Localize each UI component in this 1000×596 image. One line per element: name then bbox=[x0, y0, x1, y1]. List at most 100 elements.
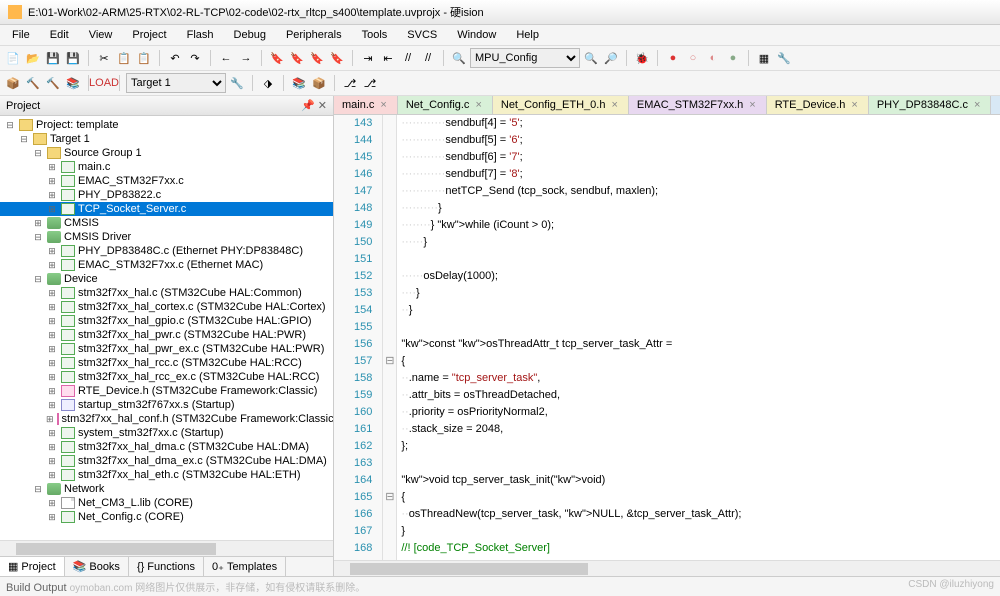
tree-item[interactable]: ⊞EMAC_STM32F7xx.c bbox=[0, 174, 333, 188]
svn-icon[interactable]: ⎇ bbox=[361, 74, 379, 92]
tree-item[interactable]: ⊞stm32f7xx_hal_rcc_ex.c (STM32Cube HAL:R… bbox=[0, 370, 333, 384]
breakpoint-enable-icon[interactable]: ● bbox=[724, 49, 742, 67]
expander-icon[interactable]: ⊞ bbox=[46, 512, 58, 523]
uncomment-icon[interactable]: // bbox=[419, 49, 437, 67]
expander-icon[interactable]: ⊞ bbox=[46, 190, 58, 201]
expander-icon[interactable]: ⊟ bbox=[4, 120, 16, 131]
expander-icon[interactable]: ⊞ bbox=[46, 414, 54, 425]
file-tab[interactable]: main.c× bbox=[334, 96, 398, 114]
menu-peripherals[interactable]: Peripherals bbox=[278, 27, 350, 43]
tree-item[interactable]: ⊞stm32f7xx_hal_pwr_ex.c (STM32Cube HAL:P… bbox=[0, 342, 333, 356]
tree-item[interactable]: ⊟Project: template bbox=[0, 118, 333, 132]
tree-item[interactable]: ⊞EMAC_STM32F7xx.c (Ethernet MAC) bbox=[0, 258, 333, 272]
tree-item[interactable]: ⊞stm32f7xx_hal_rcc.c (STM32Cube HAL:RCC) bbox=[0, 356, 333, 370]
rebuild-icon[interactable]: 🔨 bbox=[44, 74, 62, 92]
menu-debug[interactable]: Debug bbox=[226, 27, 274, 43]
expander-icon[interactable]: ⊞ bbox=[46, 260, 58, 271]
file-tab[interactable]: RTE_Device.h× bbox=[767, 96, 869, 114]
git-icon[interactable]: ⎇ bbox=[341, 74, 359, 92]
target-options-icon[interactable]: 🔧 bbox=[228, 74, 246, 92]
expander-icon[interactable]: ⊟ bbox=[32, 148, 44, 159]
expander-icon[interactable]: ⊟ bbox=[32, 274, 44, 285]
expander-icon[interactable]: ⊟ bbox=[32, 232, 44, 243]
expander-icon[interactable]: ⊞ bbox=[46, 246, 58, 257]
menu-project[interactable]: Project bbox=[124, 27, 174, 43]
expander-icon[interactable]: ⊞ bbox=[46, 176, 58, 187]
books-icon[interactable]: 📚 bbox=[290, 74, 308, 92]
find-icon[interactable]: 🔍 bbox=[450, 49, 468, 67]
copy-icon[interactable]: 📋 bbox=[115, 49, 133, 67]
batch-build-icon[interactable]: 📚 bbox=[64, 74, 82, 92]
expander-icon[interactable]: ⊞ bbox=[46, 470, 58, 481]
code-lines[interactable]: ············sendbuf[4] = '5';···········… bbox=[397, 115, 1000, 560]
pin-icon[interactable]: 📌 ✕ bbox=[301, 99, 327, 112]
bookmark-prev-icon[interactable]: 🔖 bbox=[288, 49, 306, 67]
breakpoint-icon[interactable]: ● bbox=[664, 49, 682, 67]
redo-icon[interactable]: ↷ bbox=[186, 49, 204, 67]
comment-icon[interactable]: // bbox=[399, 49, 417, 67]
close-icon[interactable]: × bbox=[851, 99, 857, 111]
tree-item[interactable]: ⊞TCP_Socket_Server.c bbox=[0, 202, 333, 216]
tree-item[interactable]: ⊞PHY_DP83848C.c (Ethernet PHY:DP83848C) bbox=[0, 244, 333, 258]
tree-item[interactable]: ⊞RTE_Device.h (STM32Cube Framework:Class… bbox=[0, 384, 333, 398]
menu-window[interactable]: Window bbox=[449, 27, 504, 43]
expander-icon[interactable]: ⊞ bbox=[46, 498, 58, 509]
tree-item[interactable]: ⊞stm32f7xx_hal_pwr.c (STM32Cube HAL:PWR) bbox=[0, 328, 333, 342]
tab-templates[interactable]: 0₊ Templates bbox=[204, 557, 286, 576]
expander-icon[interactable]: ⊟ bbox=[32, 484, 44, 495]
tree-item[interactable]: ⊞startup_stm32f767xx.s (Startup) bbox=[0, 398, 333, 412]
expander-icon[interactable]: ⊞ bbox=[46, 204, 58, 215]
expander-icon[interactable]: ⊞ bbox=[46, 372, 58, 383]
tree-item[interactable]: ⊟Target 1 bbox=[0, 132, 333, 146]
project-scroll-h[interactable] bbox=[0, 540, 333, 556]
expander-icon[interactable]: ⊞ bbox=[46, 400, 58, 411]
tree-item[interactable]: ⊞stm32f7xx_hal_conf.h (STM32Cube Framewo… bbox=[0, 412, 333, 426]
undo-icon[interactable]: ↶ bbox=[166, 49, 184, 67]
close-icon[interactable]: × bbox=[611, 99, 617, 111]
translate-icon[interactable]: 📦 bbox=[4, 74, 22, 92]
save-all-icon[interactable]: 💾 bbox=[64, 49, 82, 67]
download-icon[interactable]: LOAD bbox=[95, 74, 113, 92]
menu-help[interactable]: Help bbox=[508, 27, 547, 43]
tree-item[interactable]: ⊞stm32f7xx_hal_eth.c (STM32Cube HAL:ETH) bbox=[0, 468, 333, 482]
tab-books[interactable]: 📚 Books bbox=[65, 557, 129, 576]
tree-item[interactable]: ⊞stm32f7xx_hal_cortex.c (STM32Cube HAL:C… bbox=[0, 300, 333, 314]
bookmark-icon[interactable]: 🔖 bbox=[268, 49, 286, 67]
expander-icon[interactable]: ⊞ bbox=[46, 302, 58, 313]
outdent-icon[interactable]: ⇤ bbox=[379, 49, 397, 67]
save-icon[interactable]: 💾 bbox=[44, 49, 62, 67]
menu-flash[interactable]: Flash bbox=[179, 27, 222, 43]
incremental-find-icon[interactable]: 🔎 bbox=[602, 49, 620, 67]
menu-svcs[interactable]: SVCS bbox=[399, 27, 445, 43]
tree-item[interactable]: ⊞CMSIS bbox=[0, 216, 333, 230]
debug-icon[interactable]: 🐞 bbox=[633, 49, 651, 67]
expander-icon[interactable]: ⊞ bbox=[46, 344, 58, 355]
tree-item[interactable]: ⊟Device bbox=[0, 272, 333, 286]
tree-item[interactable]: ⊞Net_CM3_L.lib (CORE) bbox=[0, 496, 333, 510]
tree-item[interactable]: ⊞stm32f7xx_hal_dma.c (STM32Cube HAL:DMA) bbox=[0, 440, 333, 454]
tree-item[interactable]: ⊟Network bbox=[0, 482, 333, 496]
tree-item[interactable]: ⊟Source Group 1 bbox=[0, 146, 333, 160]
target-select[interactable]: Target 1 bbox=[126, 73, 226, 93]
breakpoint-kill-icon[interactable]: ◐ bbox=[704, 49, 722, 67]
tree-item[interactable]: ⊟CMSIS Driver bbox=[0, 230, 333, 244]
expander-icon[interactable]: ⊞ bbox=[46, 288, 58, 299]
editor-scroll-h[interactable] bbox=[334, 560, 1000, 576]
nav-back-icon[interactable]: ← bbox=[217, 49, 235, 67]
close-icon[interactable]: × bbox=[749, 99, 755, 111]
menu-view[interactable]: View bbox=[81, 27, 121, 43]
menu-tools[interactable]: Tools bbox=[354, 27, 396, 43]
code-area[interactable]: 1431441451461471481491501511521531541551… bbox=[334, 115, 1000, 560]
file-tab[interactable]: EMAC_STM32F7xx.c× bbox=[991, 96, 1000, 114]
menu-file[interactable]: File bbox=[4, 27, 38, 43]
paste-icon[interactable]: 📋 bbox=[135, 49, 153, 67]
tree-item[interactable]: ⊞stm32f7xx_hal_gpio.c (STM32Cube HAL:GPI… bbox=[0, 314, 333, 328]
tree-item[interactable]: ⊞system_stm32f7xx.c (Startup) bbox=[0, 426, 333, 440]
project-tree[interactable]: ⊟Project: template⊟Target 1⊟Source Group… bbox=[0, 116, 333, 540]
expander-icon[interactable]: ⊞ bbox=[46, 330, 58, 341]
bookmark-clear-icon[interactable]: 🔖 bbox=[328, 49, 346, 67]
expander-icon[interactable]: ⊞ bbox=[32, 218, 44, 229]
new-icon[interactable]: 📄 bbox=[4, 49, 22, 67]
close-icon[interactable]: × bbox=[380, 99, 386, 111]
file-tab[interactable]: EMAC_STM32F7xx.h× bbox=[629, 96, 767, 114]
